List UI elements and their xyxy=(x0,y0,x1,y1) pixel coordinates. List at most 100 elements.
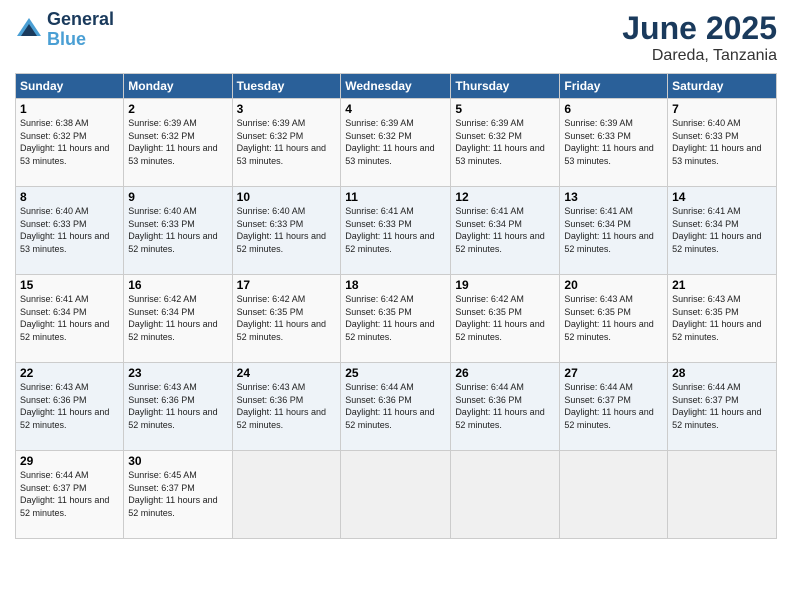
day-number: 20 xyxy=(564,278,663,292)
calendar-week-4: 22 Sunrise: 6:43 AM Sunset: 6:36 PM Dayl… xyxy=(16,363,777,451)
page: General Blue June 2025 Dareda, Tanzania … xyxy=(0,0,792,612)
day-info: Sunrise: 6:40 AM Sunset: 6:33 PM Dayligh… xyxy=(20,205,119,255)
table-row: 23 Sunrise: 6:43 AM Sunset: 6:36 PM Dayl… xyxy=(124,363,232,451)
day-info: Sunrise: 6:40 AM Sunset: 6:33 PM Dayligh… xyxy=(237,205,337,255)
col-thursday: Thursday xyxy=(451,74,560,99)
table-row xyxy=(232,451,341,539)
table-row: 8 Sunrise: 6:40 AM Sunset: 6:33 PM Dayli… xyxy=(16,187,124,275)
table-row: 18 Sunrise: 6:42 AM Sunset: 6:35 PM Dayl… xyxy=(341,275,451,363)
table-row: 29 Sunrise: 6:44 AM Sunset: 6:37 PM Dayl… xyxy=(16,451,124,539)
day-info: Sunrise: 6:43 AM Sunset: 6:36 PM Dayligh… xyxy=(20,381,119,431)
day-number: 29 xyxy=(20,454,119,468)
calendar-week-5: 29 Sunrise: 6:44 AM Sunset: 6:37 PM Dayl… xyxy=(16,451,777,539)
col-monday: Monday xyxy=(124,74,232,99)
day-info: Sunrise: 6:39 AM Sunset: 6:32 PM Dayligh… xyxy=(455,117,555,167)
location-title: Dareda, Tanzania xyxy=(622,47,777,65)
day-info: Sunrise: 6:39 AM Sunset: 6:32 PM Dayligh… xyxy=(345,117,446,167)
day-info: Sunrise: 6:44 AM Sunset: 6:36 PM Dayligh… xyxy=(455,381,555,431)
day-number: 5 xyxy=(455,102,555,116)
day-info: Sunrise: 6:39 AM Sunset: 6:32 PM Dayligh… xyxy=(128,117,227,167)
table-row xyxy=(451,451,560,539)
table-row: 15 Sunrise: 6:41 AM Sunset: 6:34 PM Dayl… xyxy=(16,275,124,363)
day-number: 13 xyxy=(564,190,663,204)
table-row: 21 Sunrise: 6:43 AM Sunset: 6:35 PM Dayl… xyxy=(668,275,777,363)
day-number: 15 xyxy=(20,278,119,292)
table-row xyxy=(560,451,668,539)
day-number: 19 xyxy=(455,278,555,292)
day-info: Sunrise: 6:38 AM Sunset: 6:32 PM Dayligh… xyxy=(20,117,119,167)
day-info: Sunrise: 6:40 AM Sunset: 6:33 PM Dayligh… xyxy=(672,117,772,167)
logo-line1: General xyxy=(47,10,114,30)
day-number: 7 xyxy=(672,102,772,116)
day-info: Sunrise: 6:41 AM Sunset: 6:34 PM Dayligh… xyxy=(20,293,119,343)
table-row: 22 Sunrise: 6:43 AM Sunset: 6:36 PM Dayl… xyxy=(16,363,124,451)
table-row: 12 Sunrise: 6:41 AM Sunset: 6:34 PM Dayl… xyxy=(451,187,560,275)
day-info: Sunrise: 6:44 AM Sunset: 6:37 PM Dayligh… xyxy=(564,381,663,431)
table-row: 6 Sunrise: 6:39 AM Sunset: 6:33 PM Dayli… xyxy=(560,99,668,187)
table-row: 1 Sunrise: 6:38 AM Sunset: 6:32 PM Dayli… xyxy=(16,99,124,187)
calendar-week-1: 1 Sunrise: 6:38 AM Sunset: 6:32 PM Dayli… xyxy=(16,99,777,187)
table-row: 4 Sunrise: 6:39 AM Sunset: 6:32 PM Dayli… xyxy=(341,99,451,187)
day-number: 22 xyxy=(20,366,119,380)
calendar-table: Sunday Monday Tuesday Wednesday Thursday… xyxy=(15,73,777,539)
table-row: 20 Sunrise: 6:43 AM Sunset: 6:35 PM Dayl… xyxy=(560,275,668,363)
day-info: Sunrise: 6:41 AM Sunset: 6:33 PM Dayligh… xyxy=(345,205,446,255)
table-row: 14 Sunrise: 6:41 AM Sunset: 6:34 PM Dayl… xyxy=(668,187,777,275)
day-info: Sunrise: 6:42 AM Sunset: 6:35 PM Dayligh… xyxy=(237,293,337,343)
table-row: 17 Sunrise: 6:42 AM Sunset: 6:35 PM Dayl… xyxy=(232,275,341,363)
day-info: Sunrise: 6:43 AM Sunset: 6:36 PM Dayligh… xyxy=(237,381,337,431)
header: General Blue June 2025 Dareda, Tanzania xyxy=(15,10,777,65)
day-number: 26 xyxy=(455,366,555,380)
table-row: 3 Sunrise: 6:39 AM Sunset: 6:32 PM Dayli… xyxy=(232,99,341,187)
day-info: Sunrise: 6:42 AM Sunset: 6:35 PM Dayligh… xyxy=(345,293,446,343)
table-row: 30 Sunrise: 6:45 AM Sunset: 6:37 PM Dayl… xyxy=(124,451,232,539)
col-tuesday: Tuesday xyxy=(232,74,341,99)
day-number: 18 xyxy=(345,278,446,292)
table-row: 26 Sunrise: 6:44 AM Sunset: 6:36 PM Dayl… xyxy=(451,363,560,451)
day-number: 14 xyxy=(672,190,772,204)
day-info: Sunrise: 6:41 AM Sunset: 6:34 PM Dayligh… xyxy=(672,205,772,255)
table-row: 13 Sunrise: 6:41 AM Sunset: 6:34 PM Dayl… xyxy=(560,187,668,275)
day-info: Sunrise: 6:44 AM Sunset: 6:37 PM Dayligh… xyxy=(672,381,772,431)
day-number: 16 xyxy=(128,278,227,292)
table-row: 19 Sunrise: 6:42 AM Sunset: 6:35 PM Dayl… xyxy=(451,275,560,363)
table-row: 25 Sunrise: 6:44 AM Sunset: 6:36 PM Dayl… xyxy=(341,363,451,451)
day-number: 9 xyxy=(128,190,227,204)
logo-line2: Blue xyxy=(47,30,114,50)
day-number: 3 xyxy=(237,102,337,116)
col-friday: Friday xyxy=(560,74,668,99)
table-row: 11 Sunrise: 6:41 AM Sunset: 6:33 PM Dayl… xyxy=(341,187,451,275)
day-info: Sunrise: 6:43 AM Sunset: 6:35 PM Dayligh… xyxy=(564,293,663,343)
day-info: Sunrise: 6:40 AM Sunset: 6:33 PM Dayligh… xyxy=(128,205,227,255)
day-number: 23 xyxy=(128,366,227,380)
table-row xyxy=(668,451,777,539)
logo: General Blue xyxy=(15,10,114,50)
day-number: 30 xyxy=(128,454,227,468)
day-info: Sunrise: 6:39 AM Sunset: 6:32 PM Dayligh… xyxy=(237,117,337,167)
day-number: 28 xyxy=(672,366,772,380)
col-wednesday: Wednesday xyxy=(341,74,451,99)
day-info: Sunrise: 6:42 AM Sunset: 6:35 PM Dayligh… xyxy=(455,293,555,343)
day-info: Sunrise: 6:45 AM Sunset: 6:37 PM Dayligh… xyxy=(128,469,227,519)
table-row: 7 Sunrise: 6:40 AM Sunset: 6:33 PM Dayli… xyxy=(668,99,777,187)
day-number: 12 xyxy=(455,190,555,204)
calendar-week-2: 8 Sunrise: 6:40 AM Sunset: 6:33 PM Dayli… xyxy=(16,187,777,275)
day-info: Sunrise: 6:44 AM Sunset: 6:37 PM Dayligh… xyxy=(20,469,119,519)
table-row: 28 Sunrise: 6:44 AM Sunset: 6:37 PM Dayl… xyxy=(668,363,777,451)
day-number: 24 xyxy=(237,366,337,380)
day-number: 17 xyxy=(237,278,337,292)
day-number: 21 xyxy=(672,278,772,292)
table-row: 9 Sunrise: 6:40 AM Sunset: 6:33 PM Dayli… xyxy=(124,187,232,275)
day-number: 2 xyxy=(128,102,227,116)
calendar-header-row: Sunday Monday Tuesday Wednesday Thursday… xyxy=(16,74,777,99)
table-row: 5 Sunrise: 6:39 AM Sunset: 6:32 PM Dayli… xyxy=(451,99,560,187)
table-row: 27 Sunrise: 6:44 AM Sunset: 6:37 PM Dayl… xyxy=(560,363,668,451)
day-number: 11 xyxy=(345,190,446,204)
table-row: 16 Sunrise: 6:42 AM Sunset: 6:34 PM Dayl… xyxy=(124,275,232,363)
day-number: 1 xyxy=(20,102,119,116)
day-info: Sunrise: 6:41 AM Sunset: 6:34 PM Dayligh… xyxy=(455,205,555,255)
day-info: Sunrise: 6:39 AM Sunset: 6:33 PM Dayligh… xyxy=(564,117,663,167)
day-info: Sunrise: 6:42 AM Sunset: 6:34 PM Dayligh… xyxy=(128,293,227,343)
col-sunday: Sunday xyxy=(16,74,124,99)
day-number: 8 xyxy=(20,190,119,204)
